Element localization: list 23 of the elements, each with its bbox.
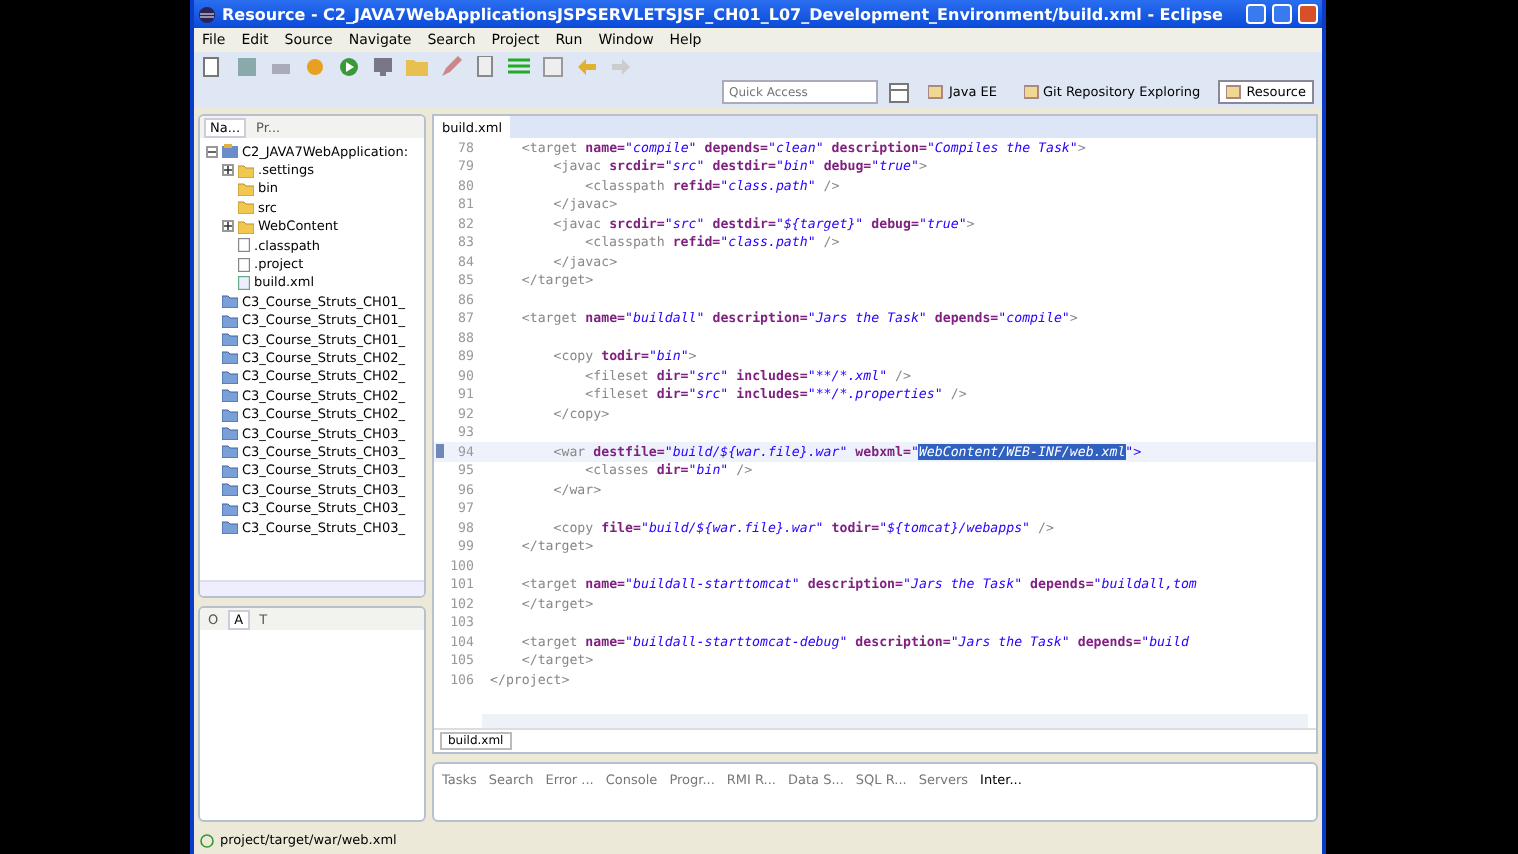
grid-icon[interactable]	[508, 55, 530, 77]
horizontal-scrollbar[interactable]	[200, 580, 424, 596]
maximize-button[interactable]	[1272, 4, 1292, 24]
monitor-icon[interactable]	[372, 55, 394, 77]
perspective-icon	[1023, 84, 1039, 100]
xml-file-icon	[238, 275, 250, 290]
window-title: Resource - C2_JAVA7WebApplicationsJSPSERVLETSJSF_CH01_L07_Development_Environment/build.xml - Eclipse	[222, 5, 1225, 23]
save-icon[interactable]	[236, 55, 258, 77]
back-arrow-icon[interactable]	[576, 55, 598, 77]
perspective-icon	[1226, 84, 1243, 100]
new-icon[interactable]	[202, 55, 224, 77]
close-button[interactable]	[1298, 4, 1318, 24]
expand-toggle[interactable]	[222, 220, 234, 233]
project-icon	[222, 144, 238, 159]
status-icon	[200, 833, 214, 847]
minimize-button[interactable]	[1246, 4, 1266, 24]
open-perspective-icon[interactable]	[888, 81, 911, 103]
collapse-toggle[interactable]	[206, 145, 218, 158]
eclipse-logo-icon	[198, 5, 216, 23]
expand-toggle[interactable]	[222, 164, 234, 177]
horizontal-scrollbar[interactable]	[482, 714, 1308, 728]
run-icon[interactable]	[338, 55, 360, 77]
perspective-icon	[928, 84, 945, 100]
